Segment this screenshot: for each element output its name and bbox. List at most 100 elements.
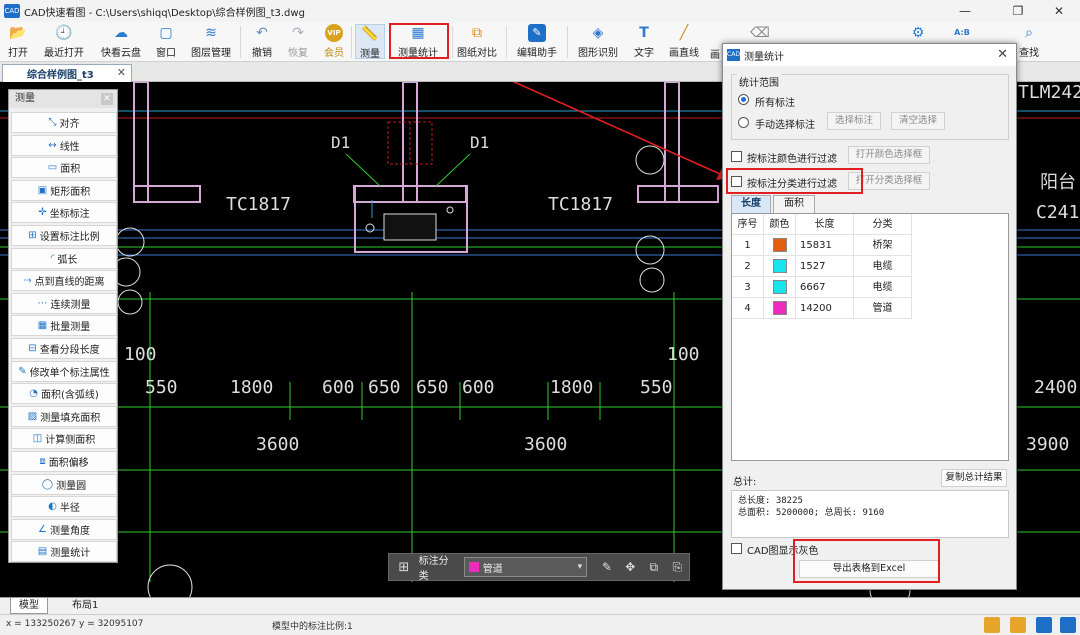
column-header[interactable]: 长度 <box>796 214 854 235</box>
row-number: 2 <box>732 256 764 277</box>
measure-tool-item[interactable]: ◔ 面积(含弧线) <box>11 383 117 405</box>
shape-recognize-button[interactable]: ◈ 图形识别 <box>575 24 621 60</box>
gray-display-checkbox[interactable] <box>731 543 742 554</box>
measure-tool-item[interactable]: ⤑ 点到直线的距离 <box>11 270 117 292</box>
window-button[interactable]: ▢ 窗口 <box>152 24 180 60</box>
edit-helper-button[interactable]: ✎ 编辑助手 <box>514 24 560 60</box>
table-row[interactable]: 2 1527 电缆 <box>732 256 912 277</box>
open-color-picker-button[interactable]: 打开颜色选择框 <box>848 146 930 164</box>
close-icon[interactable]: ✕ <box>997 47 1008 62</box>
edit-icon[interactable]: ✎ <box>595 560 618 574</box>
column-header[interactable]: 分类 <box>854 214 912 235</box>
measure-tool-item[interactable]: ⊞ 设置标注比例 <box>11 225 117 246</box>
measure-tool-item[interactable]: ✎ 修改单个标注属性 <box>11 360 117 382</box>
table-row[interactable]: 4 14200 管道 <box>732 298 912 319</box>
open-button[interactable]: 📂 打开 <box>4 24 32 60</box>
compare-button[interactable]: ⧉ 图纸对比 <box>456 24 498 60</box>
dimension-label: 1800 <box>550 377 594 398</box>
measure-tool-item[interactable]: ▣ 矩形面积 <box>11 179 117 201</box>
close-icon[interactable]: ✕ <box>101 93 113 105</box>
measure-tool-item[interactable]: ▨ 测量填充面积 <box>11 405 117 427</box>
cloud-button[interactable]: ☁ 快看云盘 <box>97 24 145 60</box>
category-color-swatch <box>468 562 479 572</box>
row-number: 4 <box>732 298 764 319</box>
cloud-icon: ☁ <box>114 25 128 41</box>
row-number: 1 <box>732 235 764 256</box>
measure-button[interactable]: 📏 测量 <box>355 24 385 60</box>
vip-label: 会员 <box>324 48 344 59</box>
measure-tool-item[interactable]: ◯ 测量圆 <box>11 473 117 495</box>
tab-model[interactable]: 模型 <box>10 598 48 614</box>
tab-area[interactable]: 面积 <box>773 195 815 213</box>
row-color <box>764 235 796 256</box>
measure-tool-item[interactable]: ⧈ 面积偏移 <box>11 451 117 472</box>
status-bar: x = 133250267 y = 32095107 模型中的标注比例:1 <box>0 614 1080 635</box>
measure-tool-icon: ◐ <box>48 501 57 513</box>
row-length: 15831 <box>796 235 854 256</box>
document-tab[interactable]: 综合样例图_t3 ✕ <box>2 64 132 82</box>
maximize-button[interactable]: ❐ <box>995 0 1041 22</box>
measure-tool-item[interactable]: ▭ 面积 <box>11 157 117 179</box>
summary-box: 总长度: 38225 总面积: 5200000; 总周长: 9160 <box>731 490 1009 538</box>
open-label: 打开 <box>8 48 28 59</box>
close-tab-icon[interactable]: ✕ <box>117 66 126 79</box>
column-header[interactable]: 颜色 <box>764 214 796 235</box>
layers-button[interactable]: ≋ 图层管理 <box>188 24 234 60</box>
paste-icon[interactable]: ⎘ <box>666 560 689 575</box>
measure-tool-item[interactable]: ▤ 测量统计 <box>11 541 117 563</box>
ribbon-separator <box>506 26 507 58</box>
measure-tool-item[interactable]: ◐ 半径 <box>11 496 117 518</box>
drawing-label-d1: D1 <box>331 133 351 152</box>
undo-button[interactable]: ↶ 撤销 <box>248 24 276 60</box>
measure-tool-item[interactable]: ↔ 线性 <box>11 134 117 156</box>
redo-button[interactable]: ↷ 恢复 <box>284 24 312 60</box>
find-replace-icon: A:B <box>954 28 970 37</box>
measure-tool-item[interactable]: ∠ 测量角度 <box>11 518 117 540</box>
move-icon[interactable]: ✥ <box>619 560 642 574</box>
measure-tool-item[interactable]: ◫ 计算侧面积 <box>11 428 117 450</box>
measure-tool-icon: ✛ <box>38 207 47 219</box>
dimension-label: 3600 <box>256 434 300 455</box>
grid-icon[interactable]: ⊞ <box>395 560 413 575</box>
select-annotations-button[interactable]: 选择标注 <box>827 112 881 130</box>
measure-tool-item[interactable]: ⤡ 对齐 <box>11 112 117 133</box>
measure-tool-item[interactable]: ▦ 批量测量 <box>11 315 117 337</box>
table-row[interactable]: 3 6667 电缆 <box>732 277 912 298</box>
minimize-button[interactable]: — <box>942 0 988 22</box>
search-button[interactable]: ⌕ 查找 <box>1014 24 1044 60</box>
table-row[interactable]: 1 15831 桥架 <box>732 235 912 256</box>
status-tool-icon[interactable] <box>1036 617 1052 633</box>
status-tool-icon[interactable] <box>1010 617 1026 633</box>
column-header[interactable]: 序号 <box>732 214 764 235</box>
copy-summary-button[interactable]: 复制总计结果 <box>941 469 1007 487</box>
measure-tool-item[interactable]: ⊟ 查看分段长度 <box>11 338 117 359</box>
copy-icon[interactable]: ⧉ <box>642 560 665 575</box>
draw-line-button[interactable]: ╱ 画直线 <box>666 24 702 60</box>
measure-tool-item[interactable]: ✛ 坐标标注 <box>11 202 117 224</box>
layout-tab-bar: 模型 布局1 <box>0 597 1080 614</box>
text-button[interactable]: T 文字 <box>629 24 659 60</box>
category-select[interactable]: 管道 ▾ <box>463 557 588 577</box>
tab-layout1[interactable]: 布局1 <box>64 598 106 614</box>
measure-tool-item[interactable]: ◜ 弧长 <box>11 247 117 269</box>
color-filter-checkbox[interactable] <box>731 151 742 162</box>
recent-button[interactable]: 🕘 最近打开 <box>40 24 88 60</box>
measure-tool-icon: ⤑ <box>23 275 32 287</box>
folder-icon: 📂 <box>9 25 27 41</box>
close-window-button[interactable]: ✕ <box>1036 0 1080 22</box>
row-color <box>764 277 796 298</box>
measure-tool-label: 测量统计 <box>50 548 91 560</box>
measure-tool-label: 矩形面积 <box>50 186 91 198</box>
radio-all-annotations[interactable] <box>738 94 749 105</box>
measure-tool-item[interactable]: ⋯ 连续测量 <box>11 292 117 314</box>
compare-label: 图纸对比 <box>457 48 497 59</box>
radio-manual-select[interactable] <box>738 117 749 128</box>
window-title: CAD快速看图 - C:\Users\shiqq\Desktop\综合样例图_t… <box>24 7 305 19</box>
partial-tool-button[interactable]: 画 <box>708 24 722 60</box>
dialog-header: CAD 测量统计 ✕ <box>723 44 1016 66</box>
vip-button[interactable]: VIP 会员 <box>320 24 348 60</box>
tab-length[interactable]: 长度 <box>731 195 771 213</box>
status-tool-icon[interactable] <box>984 617 1000 633</box>
clear-selection-button[interactable]: 清空选择 <box>891 112 945 130</box>
status-tool-icon[interactable] <box>1060 617 1076 633</box>
